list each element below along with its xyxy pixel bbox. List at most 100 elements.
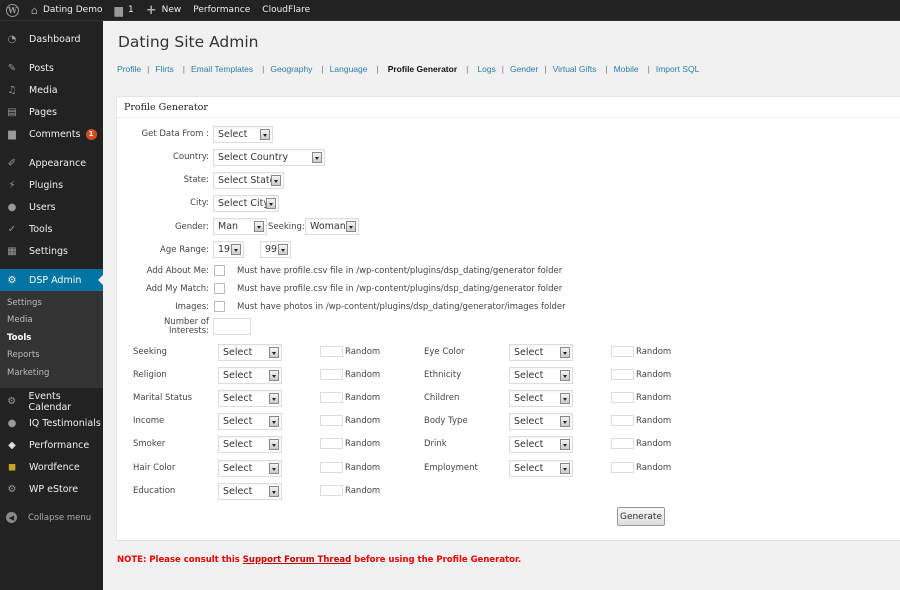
submenu-reports[interactable]: Reports (0, 347, 103, 364)
add-about-me-checkbox[interactable] (214, 265, 225, 276)
subnav-virtual-gifts[interactable]: Virtual Gifts (553, 64, 597, 74)
marital-status-random-input[interactable] (320, 392, 343, 404)
body-type-random-input[interactable] (611, 415, 634, 427)
chevron-down-icon (269, 393, 279, 405)
admin-bar: W ⌂ Dating Demo ▆ 1 + New Performance Cloud… (0, 0, 900, 21)
chevron-down-icon (560, 370, 570, 382)
sidebar-item-appearance[interactable]: ✐ Appearance (0, 152, 103, 174)
eye-color-random-label: Random (636, 347, 672, 357)
subnav-import-sql[interactable]: Import SQL (656, 64, 699, 74)
body-type-label: Body Type (424, 416, 468, 427)
site-name-link[interactable]: ⌂ Dating Demo (25, 0, 108, 21)
eye-color-random-input[interactable] (611, 346, 634, 357)
performance-link[interactable]: Performance (187, 0, 256, 21)
education-select[interactable]: Select (218, 482, 282, 500)
subnav-logs[interactable]: Logs (477, 64, 495, 74)
age-from-select[interactable]: 19 (213, 241, 244, 258)
sidebar-item-pages[interactable]: ▤ Pages (0, 101, 103, 123)
marital-status-select[interactable]: Select (218, 390, 282, 408)
submenu-media[interactable]: Media (0, 312, 103, 329)
submenu-settings[interactable]: Settings (0, 295, 103, 312)
selected-value: Select (514, 439, 544, 451)
seeking-random-input[interactable] (320, 346, 343, 357)
state-label: State: (183, 175, 209, 185)
sidebar-item-label: Tools (29, 223, 53, 235)
sidebar-item-dashboard[interactable]: ◔ Dashboard (0, 28, 103, 50)
sidebar-item-label: Appearance (29, 157, 87, 169)
gender-select[interactable]: Man (213, 218, 267, 235)
collapse-menu-button[interactable]: ◀ Collapse menu (0, 507, 103, 529)
subnav-separator: | (321, 64, 324, 74)
employment-select[interactable]: Select (509, 459, 573, 477)
hair-color-label: Hair Color (133, 462, 176, 473)
sidebar-item-label: Plugins (29, 179, 64, 191)
education-random-input[interactable] (320, 484, 343, 496)
children-random-input[interactable] (611, 392, 634, 404)
sidebar-item-users[interactable]: ● Users (0, 196, 103, 218)
smoker-random-input[interactable] (320, 438, 343, 450)
smoker-select[interactable]: Select (218, 436, 282, 454)
subnav-language[interactable]: Language (330, 64, 368, 74)
income-select[interactable]: Select (218, 413, 282, 431)
children-select[interactable]: Select (509, 390, 573, 408)
sidebar-item-wp-estore[interactable]: ⚙ WP eStore (0, 479, 103, 501)
city-select[interactable]: Select City (213, 195, 279, 212)
drink-select[interactable]: Select (509, 436, 573, 454)
sidebar-item-iq-testimonials[interactable]: ● IQ Testimonials (0, 413, 103, 435)
sidebar-item-media[interactable]: ♫ Media (0, 79, 103, 101)
seeking-select[interactable]: Select (218, 344, 282, 361)
selected-value: Select (223, 370, 253, 382)
subnav-mobile[interactable]: Mobile (614, 64, 639, 74)
submenu-tools[interactable]: Tools (0, 330, 103, 347)
support-forum-link[interactable]: Support Forum Thread (243, 555, 351, 565)
income-random-input[interactable] (320, 415, 343, 427)
sidebar-item-wordfence[interactable]: ◼ Wordfence (0, 457, 103, 479)
ethnicity-select[interactable]: Select (509, 367, 573, 385)
subnav-flirts[interactable]: Flirts (155, 64, 173, 74)
drink-random-input[interactable] (611, 438, 634, 450)
seeking-select[interactable]: Woman (305, 218, 359, 235)
sidebar-item-posts[interactable]: ✎ Posts (0, 57, 103, 79)
number-of-interests-input[interactable] (213, 318, 251, 335)
religion-select[interactable]: Select (218, 367, 282, 385)
sidebar-item-label: Dashboard (29, 33, 81, 45)
get-data-from-select[interactable]: Select (213, 126, 273, 143)
country-select[interactable]: Select Country (213, 149, 325, 166)
images-checkbox[interactable] (214, 301, 225, 312)
sidebar-item-plugins[interactable]: ⚡ Plugins (0, 174, 103, 196)
sidebar-item-dsp-admin[interactable]: ⚙ DSP Admin (0, 269, 103, 291)
subnav-gender[interactable]: Gender (510, 64, 538, 74)
seeking-label: Seeking: (268, 222, 305, 232)
age-to-select[interactable]: 99 (260, 241, 291, 258)
sidebar-item-events-calendar[interactable]: ⚙ Events Calendar (0, 391, 103, 413)
sidebar-item-comments[interactable]: ▆ Comments 1 (0, 123, 103, 145)
wp-logo-menu[interactable]: W (0, 0, 25, 21)
sidebar-item-tools[interactable]: ✓ Tools (0, 218, 103, 240)
cloudflare-link[interactable]: CloudFlare (256, 0, 316, 21)
selected-value: 99 (265, 244, 278, 255)
hair-color-select[interactable]: Select (218, 459, 282, 477)
comments-link[interactable]: ▆ 1 (108, 0, 139, 21)
religion-random-input[interactable] (320, 369, 343, 381)
sidebar-item-label: Users (29, 201, 56, 213)
ethnicity-random-input[interactable] (611, 369, 634, 381)
employment-random-input[interactable] (611, 461, 634, 473)
sidebar-item-performance[interactable]: ◆ Performance (0, 435, 103, 457)
subnav-profile[interactable]: Profile (117, 64, 141, 74)
add-my-match-label: Add My Match: (145, 284, 209, 294)
new-content-link[interactable]: + New (140, 0, 188, 21)
subnav-profile-generator[interactable]: Profile Generator (388, 64, 457, 74)
generate-button[interactable]: Generate (617, 507, 665, 526)
body-type-select[interactable]: Select (509, 413, 573, 431)
sidebar-item-settings[interactable]: ▦ Settings (0, 240, 103, 262)
add-my-match-checkbox[interactable] (214, 283, 225, 294)
subnav-geography[interactable]: Geography (270, 64, 312, 74)
subnav-email-templates[interactable]: Email Templates (191, 64, 253, 74)
hair-color-random-input[interactable] (320, 461, 343, 473)
eye-color-select[interactable]: Select (509, 344, 573, 361)
chevron-down-icon (560, 393, 570, 405)
state-select[interactable]: Select State (213, 172, 284, 189)
submenu-marketing[interactable]: Marketing (0, 365, 103, 382)
country-label: Country: (172, 152, 209, 162)
sidebar-item-label: Performance (29, 440, 90, 452)
